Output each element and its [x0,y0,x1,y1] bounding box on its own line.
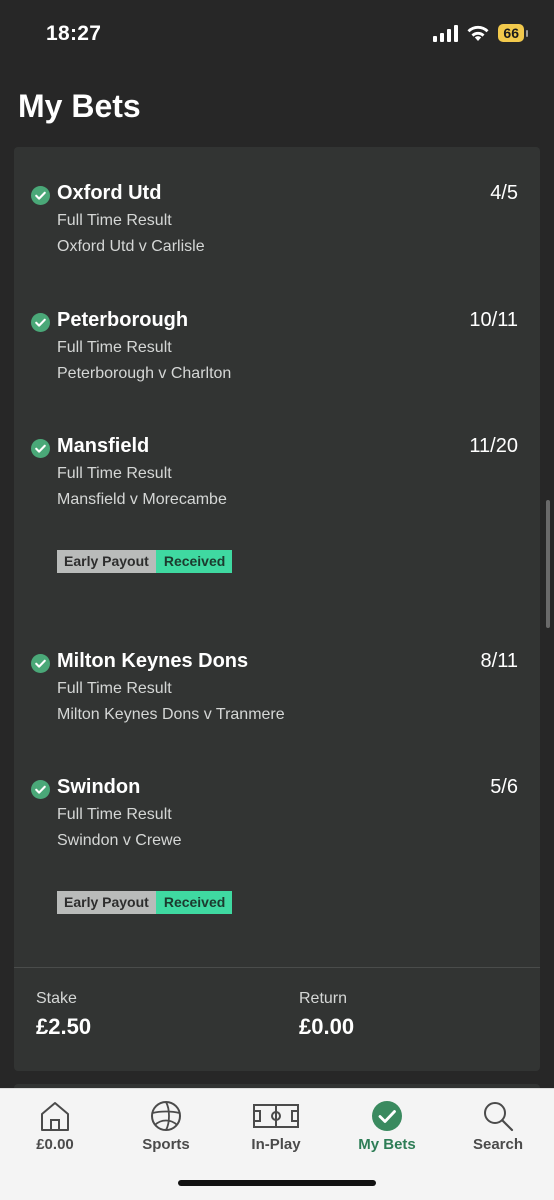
status-icons: 66 [433,24,528,42]
selection-event: Swindon v Crewe [57,832,182,849]
selection-market: Full Time Result [57,806,172,823]
selection-team: Mansfield [57,435,150,457]
selection-market: Full Time Result [57,680,172,697]
early-payout-badge: Early Payout Received [57,891,233,914]
nav-search[interactable]: Search [443,1089,553,1169]
check-circle-icon [372,1101,402,1131]
check-circle-icon [31,186,50,205]
return-value: £0.00 [299,1014,355,1039]
early-payout-status: Received [155,891,233,914]
selection-market: Full Time Result [57,212,172,229]
scrollbar[interactable] [546,500,550,628]
nav-sports[interactable]: Sports [111,1089,221,1169]
selection-event: Oxford Utd v Carlisle [57,238,205,255]
selection-odds: 8/11 [480,650,518,672]
selection-market: Full Time Result [57,465,172,482]
nav-sports-label: Sports [142,1136,190,1153]
check-circle-icon [31,654,50,673]
page-title: My Bets [18,88,141,124]
home-indicator [178,1180,376,1186]
early-payout-status: Received [155,550,233,573]
selection-odds: 10/11 [469,309,518,331]
status-bar: 18:27 66 [0,0,554,70]
selection-team: Peterborough [57,309,189,331]
status-time: 18:27 [46,22,102,45]
football-icon [151,1101,181,1131]
selection-team: Oxford Utd [57,182,162,204]
selection-odds: 5/6 [490,776,518,798]
early-payout-label: Early Payout [57,550,156,573]
selection-event: Peterborough v Charlton [57,365,232,382]
return-label: Return [299,990,348,1007]
divider [14,967,540,968]
early-payout-label: Early Payout [57,891,156,914]
selection-odds: 11/20 [469,435,518,457]
selection-event: Milton Keynes Dons v Tranmere [57,706,285,723]
check-circle-icon [31,780,50,799]
signal-icon [433,24,459,42]
early-payout-badge: Early Payout Received [57,550,233,573]
nav-in-play-label: In-Play [251,1136,301,1153]
wifi-icon [467,25,489,41]
selection-event: Mansfield v Morecambe [57,491,227,508]
pitch-icon [253,1104,299,1128]
check-circle-icon [31,439,50,458]
check-circle-icon [31,313,50,332]
stake-value: £2.50 [36,1014,92,1039]
nav-in-play[interactable]: In-Play [221,1089,331,1169]
selection-market: Full Time Result [57,339,172,356]
stake-label: Stake [36,990,77,1007]
nav-my-bets[interactable]: My Bets [332,1089,442,1169]
nav-search-label: Search [472,1136,524,1153]
search-icon [484,1102,514,1132]
bet-card: Oxford Utd 4/5 Full Time Result Oxford U… [14,147,540,1071]
nav-home[interactable]: £0.00 [0,1089,110,1169]
selection-team: Swindon [57,776,141,798]
nav-my-bets-label: My Bets [358,1136,416,1153]
selection-odds: 4/5 [490,182,518,204]
home-icon [41,1102,69,1131]
battery-icon: 66 [498,24,528,42]
nav-home-label: £0.00 [36,1136,74,1153]
selection-team: Milton Keynes Dons [57,650,249,672]
